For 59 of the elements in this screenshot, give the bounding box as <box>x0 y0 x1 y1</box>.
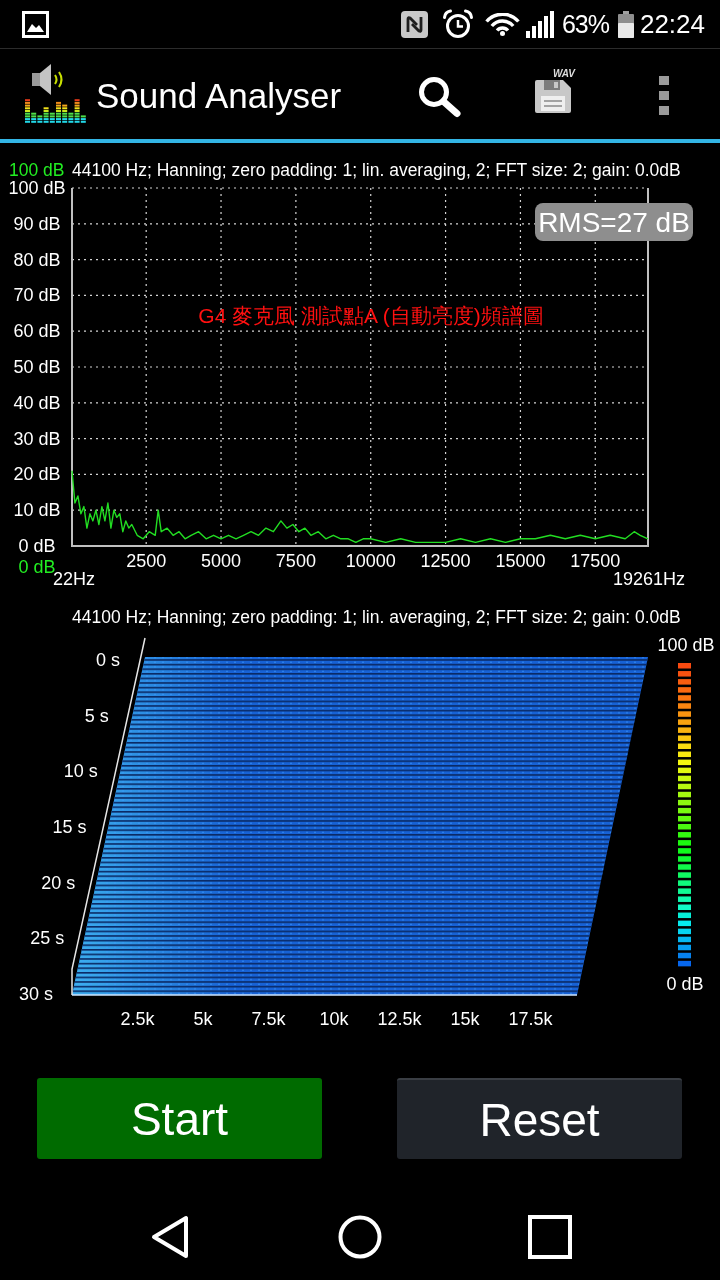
time-axis-label: 10 s <box>63 761 98 782</box>
y-axis-label: 0 dB <box>18 536 56 556</box>
frequency-axis-label: 5k <box>193 1009 213 1029</box>
app-title: Sound Analyser <box>96 75 342 117</box>
signal-bars-icon <box>525 10 554 38</box>
more-options-icon <box>659 75 669 115</box>
image-notification-icon <box>22 10 49 38</box>
y-axis-label: 60 dB <box>13 321 61 342</box>
frequency-axis-label: 15k <box>450 1009 480 1029</box>
search-button[interactable] <box>417 74 463 118</box>
y-axis-label: 50 dB <box>13 357 61 377</box>
y-axis-label: 40 dB <box>13 392 61 413</box>
time-axis-label: 5 s <box>84 705 109 726</box>
y-axis-label: 10 dB <box>13 500 61 521</box>
alarm-clock-icon <box>441 9 474 39</box>
frequency-axis-label: 10k <box>319 1009 349 1029</box>
rms-readout: RMS=27 dB <box>535 203 693 241</box>
time-axis-label: 25 s <box>30 928 65 949</box>
nfc-icon <box>400 10 428 38</box>
battery-percent: 63% <box>561 9 609 39</box>
x-axis-label: 15000 <box>495 551 546 571</box>
x-axis-label: 17500 <box>570 551 621 571</box>
y-axis-label: 20 dB <box>13 464 61 485</box>
x-axis-label: 5000 <box>201 551 242 571</box>
time-axis-label: 15 s <box>52 817 87 837</box>
frequency-end-label: 19261Hz <box>612 569 686 589</box>
time-axis-label: 30 s <box>18 984 53 1004</box>
battery-icon <box>617 10 634 38</box>
reset-button[interactable]: Reset <box>397 1078 682 1159</box>
y-axis-label: 70 dB <box>13 285 61 306</box>
frequency-axis-label: 17.5k <box>508 1009 553 1029</box>
frequency-axis-label: 2.5k <box>120 1009 155 1029</box>
search-icon <box>417 74 463 118</box>
y-axis-label: 90 dB <box>13 213 61 234</box>
start-button[interactable]: Start <box>37 1078 322 1159</box>
wifi-icon <box>484 12 520 36</box>
y-axis-label: 80 dB <box>13 249 61 270</box>
scale-min-label: 0 dB <box>666 974 704 994</box>
app-logo-icon <box>25 64 87 126</box>
scale-max-label: 100 dB <box>657 635 715 655</box>
chart-title: G4 麥克風 測試點A (自動亮度)頻譜圖 <box>198 303 544 327</box>
analysis-settings-text: 44100 Hz; Hanning; zero padding: 1; lin. averaging, 2; FFT size: 2; gain: 0.0dB <box>72 160 681 180</box>
x-axis-label: 10000 <box>345 551 396 571</box>
save-wav-button[interactable]: WAV <box>534 68 575 114</box>
x-axis-label: 7500 <box>275 551 316 571</box>
y-axis-label: 100 dB <box>8 178 66 198</box>
x-axis-label: 2500 <box>126 551 167 571</box>
time-axis-label: 0 s <box>96 650 120 670</box>
clock-time: 22:24 <box>639 9 705 39</box>
time-axis-label: 20 s <box>41 872 76 893</box>
x-axis-label: 12500 <box>420 551 471 571</box>
range-max-label: 100 dB <box>9 160 66 180</box>
analysis-settings-text: 44100 Hz; Hanning; zero padding: 1; lin. averaging, 2; FFT size: 2; gain: 0.0dB <box>72 607 681 627</box>
home-icon[interactable] <box>338 1215 382 1259</box>
recents-icon[interactable] <box>528 1215 572 1259</box>
y-axis-label: 30 dB <box>13 428 61 449</box>
frequency-axis-label: 7.5k <box>251 1009 286 1029</box>
back-icon[interactable] <box>150 1215 190 1259</box>
frequency-axis-label: 12.5k <box>377 1009 422 1029</box>
